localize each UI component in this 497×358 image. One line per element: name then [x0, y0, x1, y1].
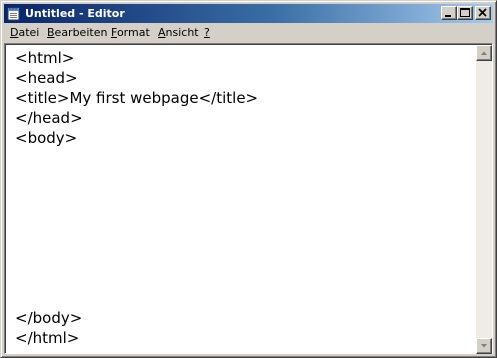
text-line: </head> [15, 109, 83, 127]
text-area[interactable]: <html> <head> <title>My first webpage</t… [6, 45, 476, 354]
menu-ansicht[interactable]: Ansicht [158, 26, 199, 40]
menu-bearbeiten[interactable]: Bearbeiten [47, 26, 107, 40]
minimize-icon [445, 15, 451, 17]
close-icon [478, 8, 487, 17]
window-title: Untitled - Editor [25, 7, 125, 20]
minimize-button[interactable] [441, 6, 457, 20]
editor-frame: <html> <head> <title>My first webpage</t… [4, 43, 493, 354]
notepad-icon[interactable] [7, 6, 20, 21]
menu-format[interactable]: Format [111, 26, 150, 40]
editor-window: Untitled - Editor Datei Bearbeiten Forma… [0, 0, 497, 358]
text-line: </body> [15, 309, 83, 327]
text-line: </html> [15, 329, 80, 347]
maximize-button[interactable] [457, 6, 473, 20]
text-line: <head> [15, 69, 78, 87]
editor-frame-inner: <html> <head> <title>My first webpage</t… [5, 44, 492, 354]
vertical-scrollbar[interactable] [476, 45, 492, 354]
text-line: <title>My first webpage</title> [15, 89, 259, 107]
arrow-up-icon [481, 51, 487, 55]
arrow-down-icon [481, 344, 487, 348]
menu-datei[interactable]: Datei [10, 26, 39, 40]
scroll-down-button[interactable] [476, 338, 492, 354]
close-button[interactable] [475, 6, 491, 20]
menu-bar: Datei Bearbeiten Format Ansicht ? [4, 24, 493, 42]
maximize-icon [460, 8, 470, 17]
text-line: <html> [15, 49, 75, 67]
scroll-up-button[interactable] [476, 45, 492, 61]
text-line: <body> [15, 129, 78, 147]
menu-help[interactable]: ? [204, 26, 210, 40]
title-bar[interactable]: Untitled - Editor [4, 4, 493, 23]
